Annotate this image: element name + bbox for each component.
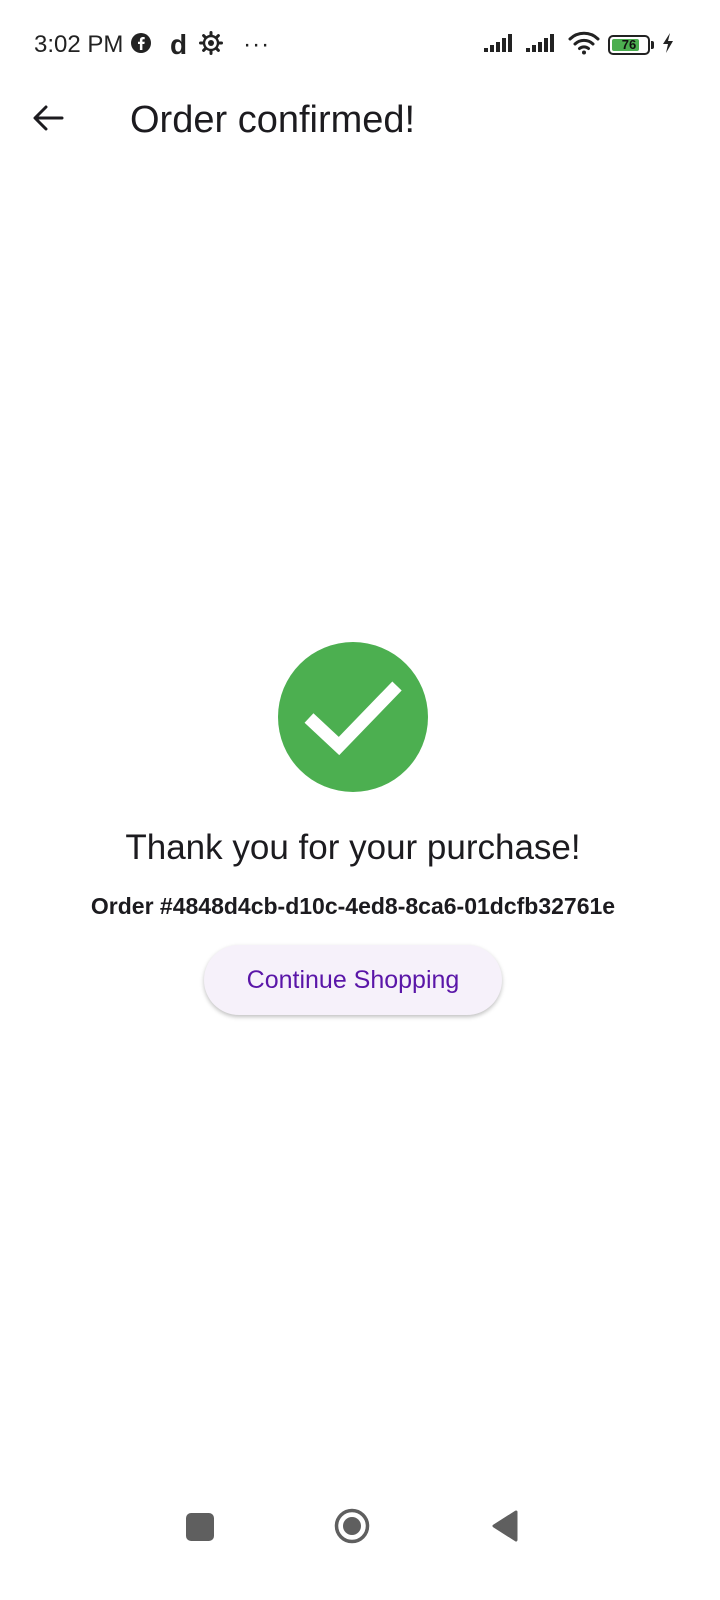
charging-icon (662, 32, 674, 59)
battery-body: 76 (608, 35, 650, 55)
d-app-icon: d (170, 29, 188, 60)
facebook-icon (130, 32, 152, 59)
back-button[interactable] (20, 94, 76, 146)
system-nav-bar (0, 1488, 720, 1568)
wifi-icon (568, 31, 600, 60)
battery-level: 76 (621, 37, 637, 52)
more-dots-icon: ··· (243, 31, 271, 58)
status-time: 3:02 PM (34, 31, 124, 58)
back-icon[interactable] (490, 1509, 520, 1543)
signal-icon (484, 32, 518, 59)
system-status-icons: 76 (484, 30, 674, 60)
status-bar: 3:02 PM d ··· 76 (0, 0, 720, 88)
order-number: Order #4848d4cb-d10c-4ed8-8ca6-01dcfb327… (90, 893, 616, 919)
thank-you-message: Thank you for your purchase! (125, 828, 581, 867)
home-icon[interactable] (334, 1508, 370, 1544)
battery-cap (651, 41, 654, 49)
recents-icon[interactable] (186, 1513, 214, 1541)
settings-gear-icon (199, 30, 224, 60)
battery-icon: 76 (608, 35, 654, 55)
check-circle-icon (278, 642, 428, 792)
arrow-back-icon (32, 104, 64, 137)
signal-icon (526, 32, 560, 59)
continue-shopping-button[interactable]: Continue Shopping (204, 945, 502, 1015)
order-confirmed-screen: 3:02 PM d ··· 76 Order confirmed! Thank … (0, 0, 720, 1600)
notification-icons: d ··· (130, 30, 270, 60)
page-title: Order confirmed! (130, 99, 416, 141)
app-bar: Order confirmed! (0, 88, 720, 152)
